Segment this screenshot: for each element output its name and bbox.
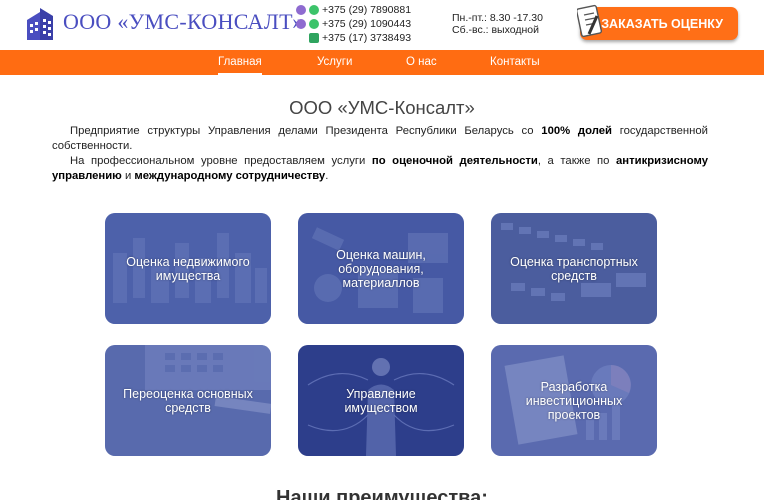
service-card-label: Оценка транспортных средств	[510, 254, 638, 283]
phone-number[interactable]: +375 (29) 1090443	[322, 18, 411, 30]
hours-weekend: Сб.-вс.: выходной	[452, 24, 539, 36]
phone-number[interactable]: +375 (29) 7890881	[322, 4, 411, 16]
nav-item-home[interactable]: Главная	[218, 50, 262, 75]
intro-paragraph-1: Предприятие структуры Управления делами …	[52, 125, 708, 152]
brand-name[interactable]: ООО «УМС-КОНСАЛТ»	[63, 9, 304, 35]
viber-icon	[296, 5, 306, 15]
phone-number[interactable]: +375 (17) 3738493	[322, 32, 411, 44]
building-logo-icon[interactable]	[25, 6, 55, 42]
intro-paragraph-2: На профессиональном уровне предоставляем…	[52, 155, 708, 182]
service-card-label: Разработка инвестиционных проектов	[525, 379, 623, 422]
service-card-vehicles[interactable]: Оценка транспортных средств	[491, 213, 657, 324]
working-hours: Пн.-пт.: 8.30 -17.30 Сб.-вс.: выходной	[452, 12, 543, 36]
service-card-machinery[interactable]: Оценка машин, оборудования, материаллов	[298, 213, 464, 324]
service-card-label: Оценка машин, оборудования, материаллов	[336, 247, 426, 290]
document-pen-icon	[577, 4, 603, 38]
phone-row-1[interactable]: +375 (29) 7890881	[296, 3, 411, 17]
service-card-revaluation[interactable]: Переоценка основных средств	[105, 345, 271, 456]
intro-text: Предприятие структуры Управления делами …	[52, 124, 708, 184]
page-title: ООО «УМС-Консалт»	[289, 97, 475, 118]
whatsapp-icon	[309, 5, 319, 15]
main-nav: Главная Услуги О нас Контакты	[0, 50, 764, 75]
hours-weekdays: Пн.-пт.: 8.30 -17.30	[452, 12, 543, 24]
order-appraisal-button[interactable]: ЗАКАЗАТЬ ОЦЕНКУ	[577, 4, 738, 40]
whatsapp-icon	[309, 19, 319, 29]
service-card-property-management[interactable]: Управление имуществом	[298, 345, 464, 456]
service-card-investment-projects[interactable]: Разработка инвестиционных проектов	[491, 345, 657, 456]
service-card-label: Переоценка основных средств	[123, 386, 253, 415]
order-button-label: ЗАКАЗАТЬ ОЦЕНКУ	[601, 16, 723, 31]
phone-list: +375 (29) 7890881 +375 (29) 1090443 +375…	[296, 3, 411, 45]
service-card-label: Оценка недвижимого имущества	[126, 254, 250, 283]
phone-row-3[interactable]: +375 (17) 3738493	[296, 31, 411, 45]
nav-item-contacts[interactable]: Контакты	[490, 50, 540, 75]
service-card-label: Управление имуществом	[344, 386, 418, 415]
landline-phone-icon	[309, 33, 319, 43]
service-card-real-estate[interactable]: Оценка недвижимого имущества	[105, 213, 271, 324]
nav-item-about[interactable]: О нас	[406, 50, 437, 75]
viber-icon	[296, 19, 306, 29]
advantages-title: Наши преимущества:	[276, 487, 488, 500]
nav-item-services[interactable]: Услуги	[317, 50, 352, 75]
phone-row-2[interactable]: +375 (29) 1090443	[296, 17, 411, 31]
site-header: ООО «УМС-КОНСАЛТ» +375 (29) 7890881 +375…	[0, 0, 764, 50]
